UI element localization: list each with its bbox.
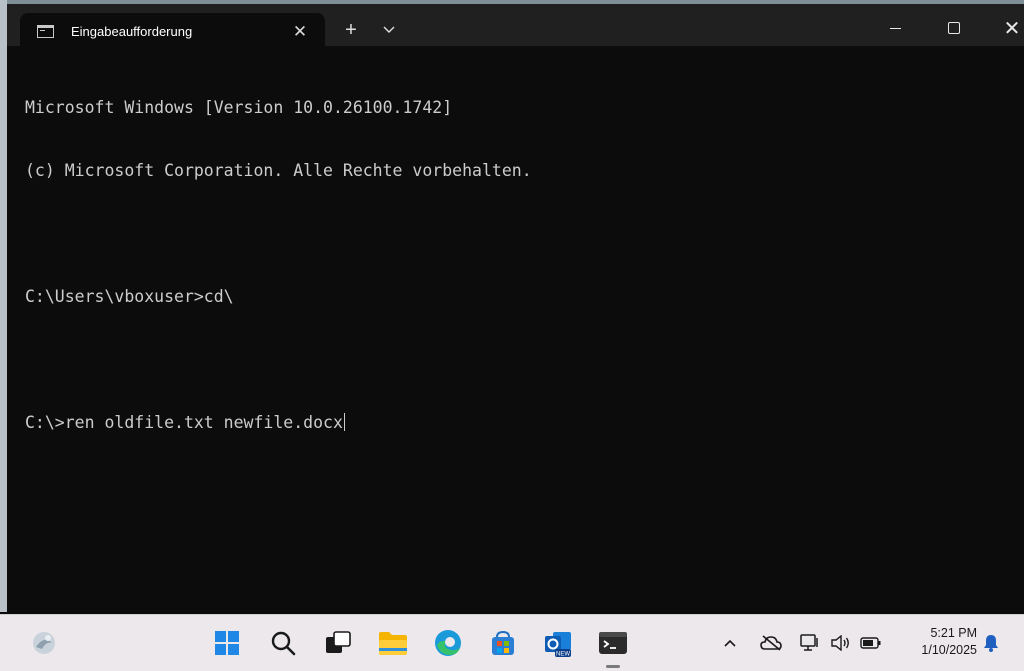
terminal-window: Eingabeaufforderung ✕ + ✕ Microsoft Wind… — [0, 0, 1024, 612]
bell-icon[interactable] — [980, 632, 1002, 654]
minimize-icon — [889, 27, 901, 29]
title-bar[interactable]: Eingabeaufforderung ✕ + ✕ — [7, 0, 1024, 50]
console-line: C:\Users\vboxuser>cd\ — [25, 287, 234, 306]
clock-time: 5:21 PM — [930, 626, 977, 640]
store-icon[interactable] — [485, 625, 521, 661]
text-cursor — [343, 413, 345, 431]
console-line: (c) Microsoft Corporation. Alle Rechte v… — [25, 161, 532, 180]
search-icon[interactable] — [265, 625, 301, 661]
minimize-button[interactable] — [873, 14, 917, 42]
close-button[interactable]: ✕ — [990, 14, 1024, 42]
edge-icon[interactable] — [430, 625, 466, 661]
start-icon[interactable] — [209, 625, 245, 661]
console-command-text: C:\>ren oldfile.txt newfile.docx — [25, 413, 343, 432]
taskbar: NEW 5:21 PM 1/10/2025 — [0, 614, 1024, 671]
clock[interactable]: 5:21 PM 1/10/2025 — [897, 625, 977, 659]
outlook-new-badge: NEW — [556, 652, 570, 658]
outlook-icon[interactable]: NEW — [540, 625, 576, 661]
console-input-line[interactable]: C:\>ren oldfile.txt newfile.docx — [25, 412, 1014, 433]
show-hidden-icons-button[interactable] — [720, 632, 740, 654]
widgets-icon[interactable] — [26, 625, 62, 661]
console-line: Microsoft Windows [Version 10.0.26100.17… — [25, 98, 453, 117]
command-prompt-icon — [37, 25, 54, 38]
file-explorer-icon[interactable] — [375, 625, 411, 661]
terminal-icon[interactable] — [595, 625, 631, 661]
tab-close-button[interactable]: ✕ — [287, 22, 313, 42]
maximize-button[interactable] — [932, 14, 976, 42]
chevron-down-icon — [383, 26, 395, 33]
maximize-icon — [948, 22, 960, 34]
clock-date: 1/10/2025 — [921, 643, 977, 657]
tab-title: Eingabeaufforderung — [71, 24, 193, 39]
chevron-up-icon — [724, 639, 736, 647]
console-output[interactable]: Microsoft Windows [Version 10.0.26100.17… — [25, 55, 1014, 475]
task-view-icon[interactable] — [320, 625, 356, 661]
battery-icon[interactable] — [858, 632, 884, 654]
network-icon[interactable] — [798, 632, 822, 654]
volume-icon[interactable] — [829, 632, 853, 654]
onedrive-icon[interactable] — [758, 632, 784, 654]
active-app-indicator — [606, 665, 620, 668]
tab-dropdown-button[interactable] — [374, 16, 404, 44]
tab-command-prompt[interactable]: Eingabeaufforderung ✕ — [20, 13, 325, 50]
new-tab-button[interactable]: + — [336, 16, 366, 44]
